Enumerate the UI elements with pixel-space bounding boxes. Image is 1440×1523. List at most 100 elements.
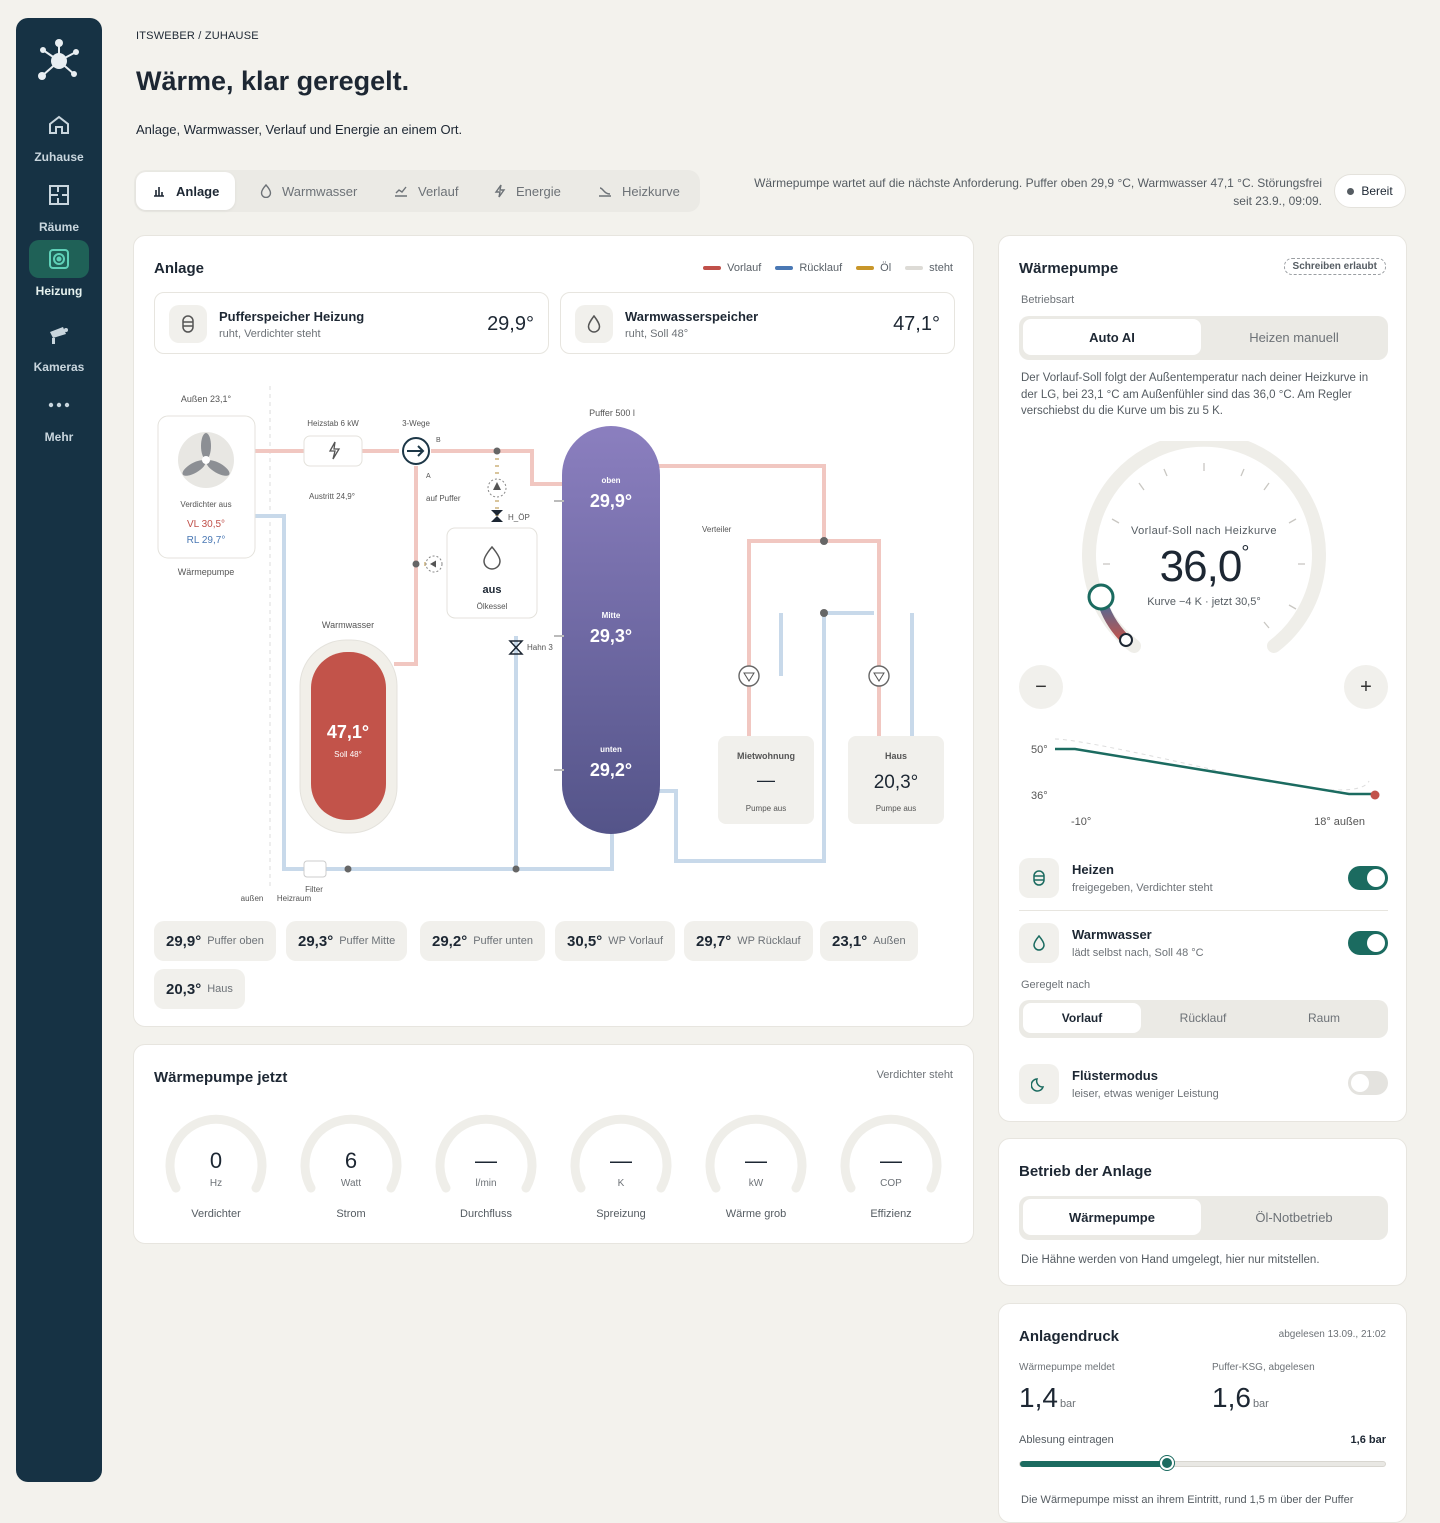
puffer-mitte-value: 29,3° [590, 626, 632, 646]
card-title: Betrieb der Anlage [1019, 1163, 1152, 1180]
storage-card-puffer[interactable]: Pufferspeicher Heizung ruht, Verdichter … [154, 292, 549, 354]
home-icon [29, 106, 89, 144]
tab-label: Verlauf [418, 183, 459, 199]
reg-ruecklauf[interactable]: Rücklauf [1144, 1003, 1262, 1033]
dial-label: Vorlauf-Soll nach Heizkurve [1131, 525, 1277, 537]
puffer-mitte-label: Mitte [602, 611, 621, 620]
nav-label: Zuhause [34, 150, 84, 164]
nav-kameras[interactable]: Kameras [16, 316, 102, 374]
status-badge-label: Bereit [1361, 184, 1393, 198]
regulation-selector: Vorlauf Rücklauf Raum [1019, 1000, 1388, 1038]
card-title: Wärmepumpe jetzt [154, 1069, 288, 1086]
app-logo[interactable] [36, 38, 82, 84]
floorplan-icon [29, 176, 89, 214]
divider [1019, 910, 1388, 911]
betrieb-card: Betrieb der Anlage Wärmepumpe Öl-Notbetr… [998, 1138, 1407, 1286]
tab-verlauf[interactable]: Verlauf [378, 172, 474, 210]
auf-puffer-label: auf Puffer [426, 494, 461, 503]
nav-mehr[interactable]: Mehr [16, 386, 102, 444]
card-title: Anlagendruck [1019, 1328, 1120, 1345]
hahn3-label: Hahn 3 [527, 643, 553, 652]
sidebar: Zuhause Räume Heizung Kameras Mehr [16, 18, 102, 1482]
storage-title: Warmwasserspeicher [625, 309, 759, 324]
storage-card-warmwasser[interactable]: Warmwasserspeicher ruht, Soll 48° 47,1° [560, 292, 955, 354]
compressor-state: Verdichter steht [876, 1069, 953, 1081]
betrieb-waermepumpe[interactable]: Wärmepumpe [1023, 1199, 1201, 1235]
curve-icon [599, 187, 611, 197]
mode-heizen-manuell[interactable]: Heizen manuell [1205, 319, 1383, 355]
switch-title: Heizen [1072, 862, 1114, 877]
tank-icon [169, 305, 207, 343]
card-title: Wärmepumpe [1019, 260, 1119, 277]
reading-chip[interactable]: 30,5° WP Vorlauf [555, 921, 676, 961]
verdichter-state: Verdichter aus [180, 500, 231, 509]
heizen-toggle[interactable] [1348, 866, 1388, 890]
storage-value: 29,9° [487, 313, 534, 335]
gauge-spreizung: — K Spreizung [566, 1110, 676, 1220]
mode-auto-ai[interactable]: Auto AI [1023, 319, 1201, 355]
nav-raeume[interactable]: Räume [16, 176, 102, 234]
betrieb-oel-notbetrieb[interactable]: Öl-Notbetrieb [1205, 1199, 1383, 1235]
haus-pumpe: Pumpe aus [876, 804, 916, 813]
curve-x-left: -10° [1071, 816, 1091, 828]
status-line: seit 23.9., 09:09. [1233, 194, 1322, 208]
nav-zuhause[interactable]: Zuhause [16, 106, 102, 164]
nav-label: Mehr [44, 430, 74, 444]
puffer-oben-label: oben [601, 476, 620, 485]
reading-chip[interactable]: 29,3° Puffer Mitte [286, 921, 408, 961]
reading-chip[interactable]: 29,2° Puffer unten [420, 921, 545, 961]
reading-chip[interactable]: 29,7° WP Rücklauf [684, 921, 813, 961]
tab-bar: Anlage Warmwasser Verlauf Energie Heizku… [134, 170, 700, 212]
gauge-verdichter: 0 Hz Verdichter [161, 1110, 271, 1220]
reg-vorlauf[interactable]: Vorlauf [1023, 1003, 1141, 1033]
decrease-button[interactable]: − [1019, 665, 1063, 709]
tab-warmwasser[interactable]: Warmwasser [244, 172, 373, 210]
tab-anlage[interactable]: Anlage [136, 172, 236, 210]
bar-chart-icon [154, 187, 164, 197]
storage-title: Pufferspeicher Heizung [219, 309, 365, 324]
reading-chip[interactable]: 20,3° Haus [154, 969, 245, 1009]
haus-value: 20,3° [874, 772, 919, 793]
entry-label: Ablesung eintragen [1019, 1434, 1114, 1446]
reading-chip[interactable]: 23,1° Außen [820, 921, 918, 961]
puffer-unten-label: unten [600, 745, 622, 754]
read-timestamp: abgelesen 13.09., 21:02 [1278, 1329, 1386, 1340]
tank-icon [1019, 858, 1059, 898]
reading-chip[interactable]: 29,9° Puffer oben [154, 921, 276, 961]
gauge-durchfluss: — l/min Durchfluss [431, 1110, 541, 1220]
drop-icon [260, 184, 272, 198]
geregelt-label: Geregelt nach [1021, 979, 1091, 991]
warmwasser-toggle[interactable] [1348, 931, 1388, 955]
mietwohnung-value: — [757, 770, 775, 790]
nav-heizung[interactable]: Heizung [16, 240, 102, 298]
heating-icon [29, 240, 89, 278]
fluestermodus-toggle[interactable] [1348, 1071, 1388, 1095]
breadcrumb[interactable]: ITSWEBER / ZUHAUSE [136, 30, 259, 42]
betriebsart-label: Betriebsart [1021, 294, 1075, 306]
storage-sub: ruht, Soll 48° [625, 328, 689, 340]
nav-label: Räume [38, 220, 79, 234]
increase-button[interactable]: + [1344, 665, 1388, 709]
tab-energie[interactable]: Energie [478, 172, 577, 210]
switch-title: Flüstermodus [1072, 1068, 1158, 1083]
puffer-oben-value: 29,9° [590, 491, 632, 511]
dial-sub: Kurve −4 K · jetzt 30,5° [1147, 596, 1261, 608]
nav-label: Kameras [33, 360, 85, 374]
tab-label: Anlage [176, 183, 220, 199]
status-badge[interactable]: Bereit [1334, 174, 1406, 208]
verteiler-label: Verteiler [702, 525, 732, 534]
tab-heizkurve[interactable]: Heizkurve [582, 172, 696, 210]
slider-handle[interactable] [1159, 1456, 1174, 1470]
pressure-slider[interactable] [1019, 1456, 1386, 1470]
mode-description: Der Vorlauf-Soll folgt der Außentemperat… [1021, 372, 1369, 417]
plus-icon: + [1360, 675, 1372, 698]
port-b: B [436, 437, 441, 444]
oel-label: Ölkessel [477, 602, 508, 611]
tab-label: Warmwasser [282, 183, 358, 199]
druck-footer: Die Wärmepumpe misst an ihrem Eintritt, … [1021, 1494, 1354, 1506]
status-text: Wärmepumpe wartet auf die nächste Anford… [706, 174, 1322, 210]
gauge-effizienz: — COP Effizienz [836, 1110, 946, 1220]
entry-value: 1,6 bar [1350, 1434, 1386, 1446]
filter-label: Filter [305, 885, 323, 894]
reg-raum[interactable]: Raum [1265, 1003, 1383, 1033]
